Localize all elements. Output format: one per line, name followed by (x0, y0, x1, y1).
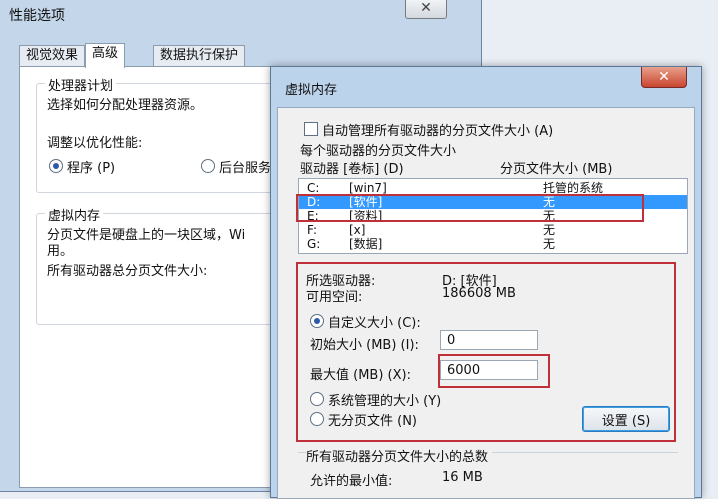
window-title: 虚拟内存 (285, 83, 338, 98)
auto-manage-label: 自动管理所有驱动器的分页文件大小 (A) (322, 124, 554, 139)
list-item[interactable]: C: [win7] 托管的系统 (299, 181, 687, 195)
set-button[interactable]: 设置 (S) (582, 406, 670, 432)
drive-column-header: 驱动器 [卷标] (D) (300, 162, 404, 177)
tab-advanced[interactable]: 高级 (85, 43, 126, 68)
programs-radio[interactable] (49, 159, 63, 173)
tab-visual-effects[interactable]: 视觉效果 (19, 45, 86, 66)
size-column-header: 分页文件大小 (MB) (500, 162, 613, 177)
tab-dep[interactable]: 数据执行保护 (153, 45, 246, 66)
totals-label: 所有驱动器分页文件大小的总数 (306, 446, 493, 465)
total-paging-label: 所有驱动器总分页文件大小: (47, 264, 208, 279)
per-drive-label: 每个驱动器的分页文件大小 (300, 144, 457, 159)
window-title: 性能选项 (9, 8, 65, 24)
max-size-highlight-box (438, 354, 550, 388)
min-allowed-value: 16 MB (442, 470, 483, 485)
dialog-body: 自动管理所有驱动器的分页文件大小 (A) 每个驱动器的分页文件大小 驱动器 [卷… (277, 107, 695, 499)
virtual-memory-window: 虚拟内存 ✕ 自动管理所有驱动器的分页文件大小 (A) 每个驱动器的分页文件大小… (270, 66, 702, 499)
min-allowed-label: 允许的最小值: (310, 474, 393, 489)
auto-manage-checkbox[interactable] (304, 122, 318, 136)
no-paging-file-radio[interactable] (310, 412, 324, 426)
custom-size-radio[interactable] (310, 314, 324, 328)
group-legend: 虚拟内存 (45, 205, 104, 224)
initial-size-label: 初始大小 (MB) (I): (310, 338, 419, 353)
adjust-label: 调整以优化性能: (47, 136, 143, 151)
list-item[interactable]: G: [数据] 无 (299, 237, 687, 251)
group-legend: 处理器计划 (45, 75, 117, 94)
background-services-label: 后台服务 (219, 161, 272, 176)
initial-size-input[interactable]: 0 (440, 330, 538, 350)
paging-desc-line1: 分页文件是硬盘上的一块区域，Wi (47, 228, 246, 243)
free-space-value: 186608 MB (442, 286, 516, 301)
free-space-label: 可用空间: (306, 290, 363, 305)
close-button[interactable]: ✕ (641, 67, 687, 88)
close-icon: ✕ (420, 0, 432, 16)
processor-desc: 选择如何分配处理器资源。 (47, 98, 204, 113)
close-button[interactable]: ✕ (405, 0, 447, 19)
drive-highlight-box (296, 194, 644, 222)
list-item[interactable]: F: [x] 无 (299, 223, 687, 237)
no-paging-file-label: 无分页文件 (N) (328, 414, 418, 429)
max-size-label: 最大值 (MB) (X): (310, 368, 411, 383)
paging-desc-line2: 用。 (47, 244, 74, 259)
close-icon: ✕ (658, 69, 670, 85)
custom-size-label: 自定义大小 (C): (328, 316, 421, 331)
system-managed-radio[interactable] (310, 392, 324, 406)
system-managed-label: 系统管理的大小 (Y) (328, 394, 442, 409)
background-services-radio[interactable] (201, 159, 215, 173)
programs-radio-label: 程序 (P) (67, 161, 116, 176)
